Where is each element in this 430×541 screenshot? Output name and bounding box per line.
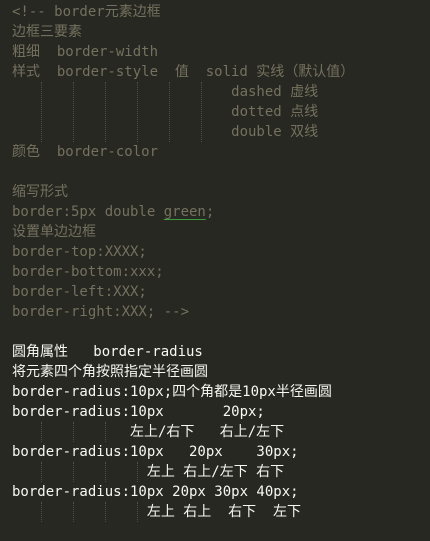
code-line: border-left:XXX; [12, 284, 147, 300]
code-editor[interactable]: <!-- border元素边框 边框三要素 粗细 border-width 样式… [12, 2, 424, 522]
code-line: border-right:XXX; --> [12, 304, 190, 320]
code-line: 粗细 border-width [12, 44, 159, 60]
code-line: 左上 右上/左下 右下 [12, 464, 285, 480]
code-line: <!-- border元素边框 [12, 4, 161, 20]
code-line: 将元素四个角按照指定半径画圆 [12, 364, 208, 380]
code-line: dashed 虚线 [12, 84, 319, 100]
code-line: border-radius:10px;四个角都是10px半径画圆 [12, 384, 332, 400]
code-line: border-top:XXXX; [12, 244, 147, 260]
spellcheck-underlined-word: green [163, 204, 206, 220]
code-line: 圆角属性 border-radius [12, 344, 203, 360]
code-line: border-bottom:xxx; [12, 264, 164, 280]
code-line: border-radius:10px 20px 30px 40px; [12, 484, 299, 500]
code-text: ; [205, 204, 215, 220]
code-line: 颜色 border-color [12, 144, 159, 160]
code-line: border:5px double green; [12, 202, 424, 222]
code-text: border:5px double [12, 204, 164, 220]
code-line: 缩写形式 [12, 184, 68, 200]
code-line: double 双线 [12, 124, 319, 140]
code-line: border-radius:10px 20px 30px; [12, 444, 299, 460]
code-line: 边框三要素 [12, 24, 82, 40]
code-line: dotted 点线 [12, 104, 319, 120]
code-line: 设置单边边框 [12, 224, 96, 240]
code-line: 样式 border-style 值 solid 实线（默认值） [12, 64, 355, 80]
code-line: 左上 右上 右下 左下 [12, 504, 302, 520]
code-line: border-radius:10px 20px; [12, 404, 265, 420]
code-line: 左上/右下 右上/左下 [12, 424, 285, 440]
